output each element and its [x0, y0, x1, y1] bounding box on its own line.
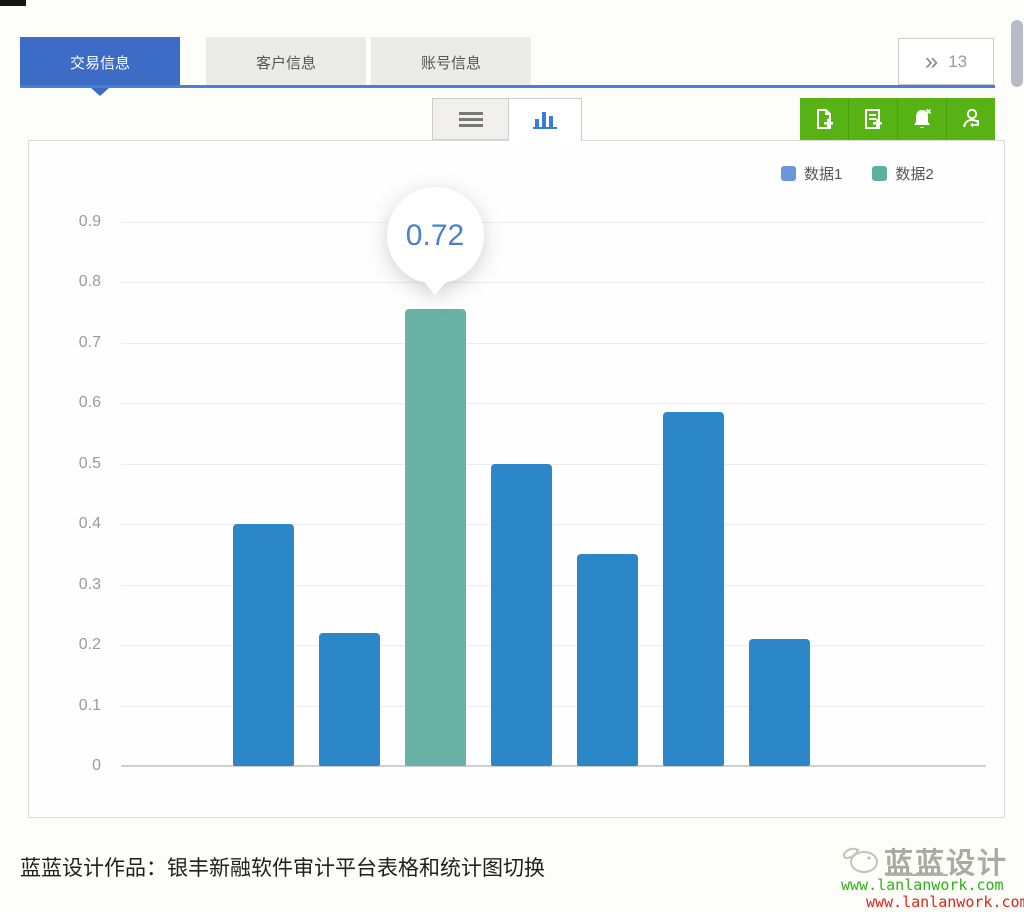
y-tick-label: 0.3 [35, 574, 101, 596]
bar-7[interactable] [749, 639, 810, 766]
footer-caption: 蓝蓝设计作品：银丰新融软件审计平台表格和统计图切换 [20, 852, 545, 882]
tab-transaction-info[interactable]: 交易信息 [20, 37, 180, 87]
user-return-icon [958, 106, 984, 132]
add-note-icon [861, 107, 885, 131]
tooltip-value: 0.72 [406, 219, 464, 253]
tab-customer-info[interactable]: 客户信息 [206, 37, 366, 87]
screenshot-artifact-strip [0, 0, 26, 6]
value-tooltip: 0.72 [387, 187, 484, 295]
y-tick-label: 0.9 [35, 211, 101, 233]
y-tick-label: 0.2 [35, 634, 101, 656]
tab-overflow-count: 13 [948, 52, 967, 72]
bar-3[interactable] [405, 309, 466, 766]
add-file-button[interactable] [800, 98, 849, 140]
bar-1[interactable] [233, 524, 294, 766]
active-tab-pointer [91, 88, 109, 96]
y-tick-label: 0.8 [35, 271, 101, 293]
tab-underline [20, 85, 995, 88]
list-view-button[interactable] [432, 98, 509, 140]
brand-url-red[interactable]: www.lanlanwork.com [866, 893, 1024, 911]
chart-view-button[interactable] [508, 98, 582, 141]
tab-overflow-pager[interactable]: » 13 [898, 38, 994, 85]
bar-6[interactable] [663, 412, 724, 766]
brand-url-green[interactable]: www.lanlanwork.com [841, 876, 1004, 894]
mute-alerts-button[interactable] [898, 98, 947, 140]
gridline [121, 282, 986, 283]
gridline [121, 222, 986, 223]
y-tick-label: 0.4 [35, 513, 101, 535]
tooltip-bubble: 0.72 [387, 187, 484, 284]
brand-logo-icon [838, 840, 884, 881]
switch-user-button[interactable] [947, 98, 995, 140]
tab-bar: 交易信息 客户信息 账号信息 [20, 37, 995, 87]
gridline [121, 464, 986, 465]
y-tick-label: 0.6 [35, 392, 101, 414]
bar-5[interactable] [577, 554, 638, 766]
chart-panel: 数据1 数据2 00.10.20.30.40.50.60.70.80.9 0.7… [28, 140, 1005, 818]
add-file-icon [812, 107, 836, 131]
bar-4[interactable] [491, 464, 552, 767]
bell-mute-icon [909, 106, 935, 132]
tab-account-info[interactable]: 账号信息 [371, 37, 531, 87]
gridline [121, 403, 986, 404]
plot-area: 0 0.1 0.2 0.3 0.4 0.5 0.6 0.7 0.8 0.9 [29, 141, 1006, 819]
bar-2[interactable] [319, 633, 380, 766]
tooltip-tail [421, 278, 449, 295]
add-note-button[interactable] [849, 98, 898, 140]
double-chevron-icon: » [925, 50, 938, 74]
y-tick-label: 0.5 [35, 453, 101, 475]
y-tick-label: 0.1 [35, 695, 101, 717]
action-toolbar [800, 98, 995, 140]
gridline [121, 343, 986, 344]
y-tick-label: 0 [35, 755, 101, 777]
list-icon [459, 109, 483, 130]
bar-chart-icon [533, 111, 557, 129]
vertical-scrollbar-thumb[interactable] [1011, 20, 1023, 87]
y-tick-label: 0.7 [35, 332, 101, 354]
